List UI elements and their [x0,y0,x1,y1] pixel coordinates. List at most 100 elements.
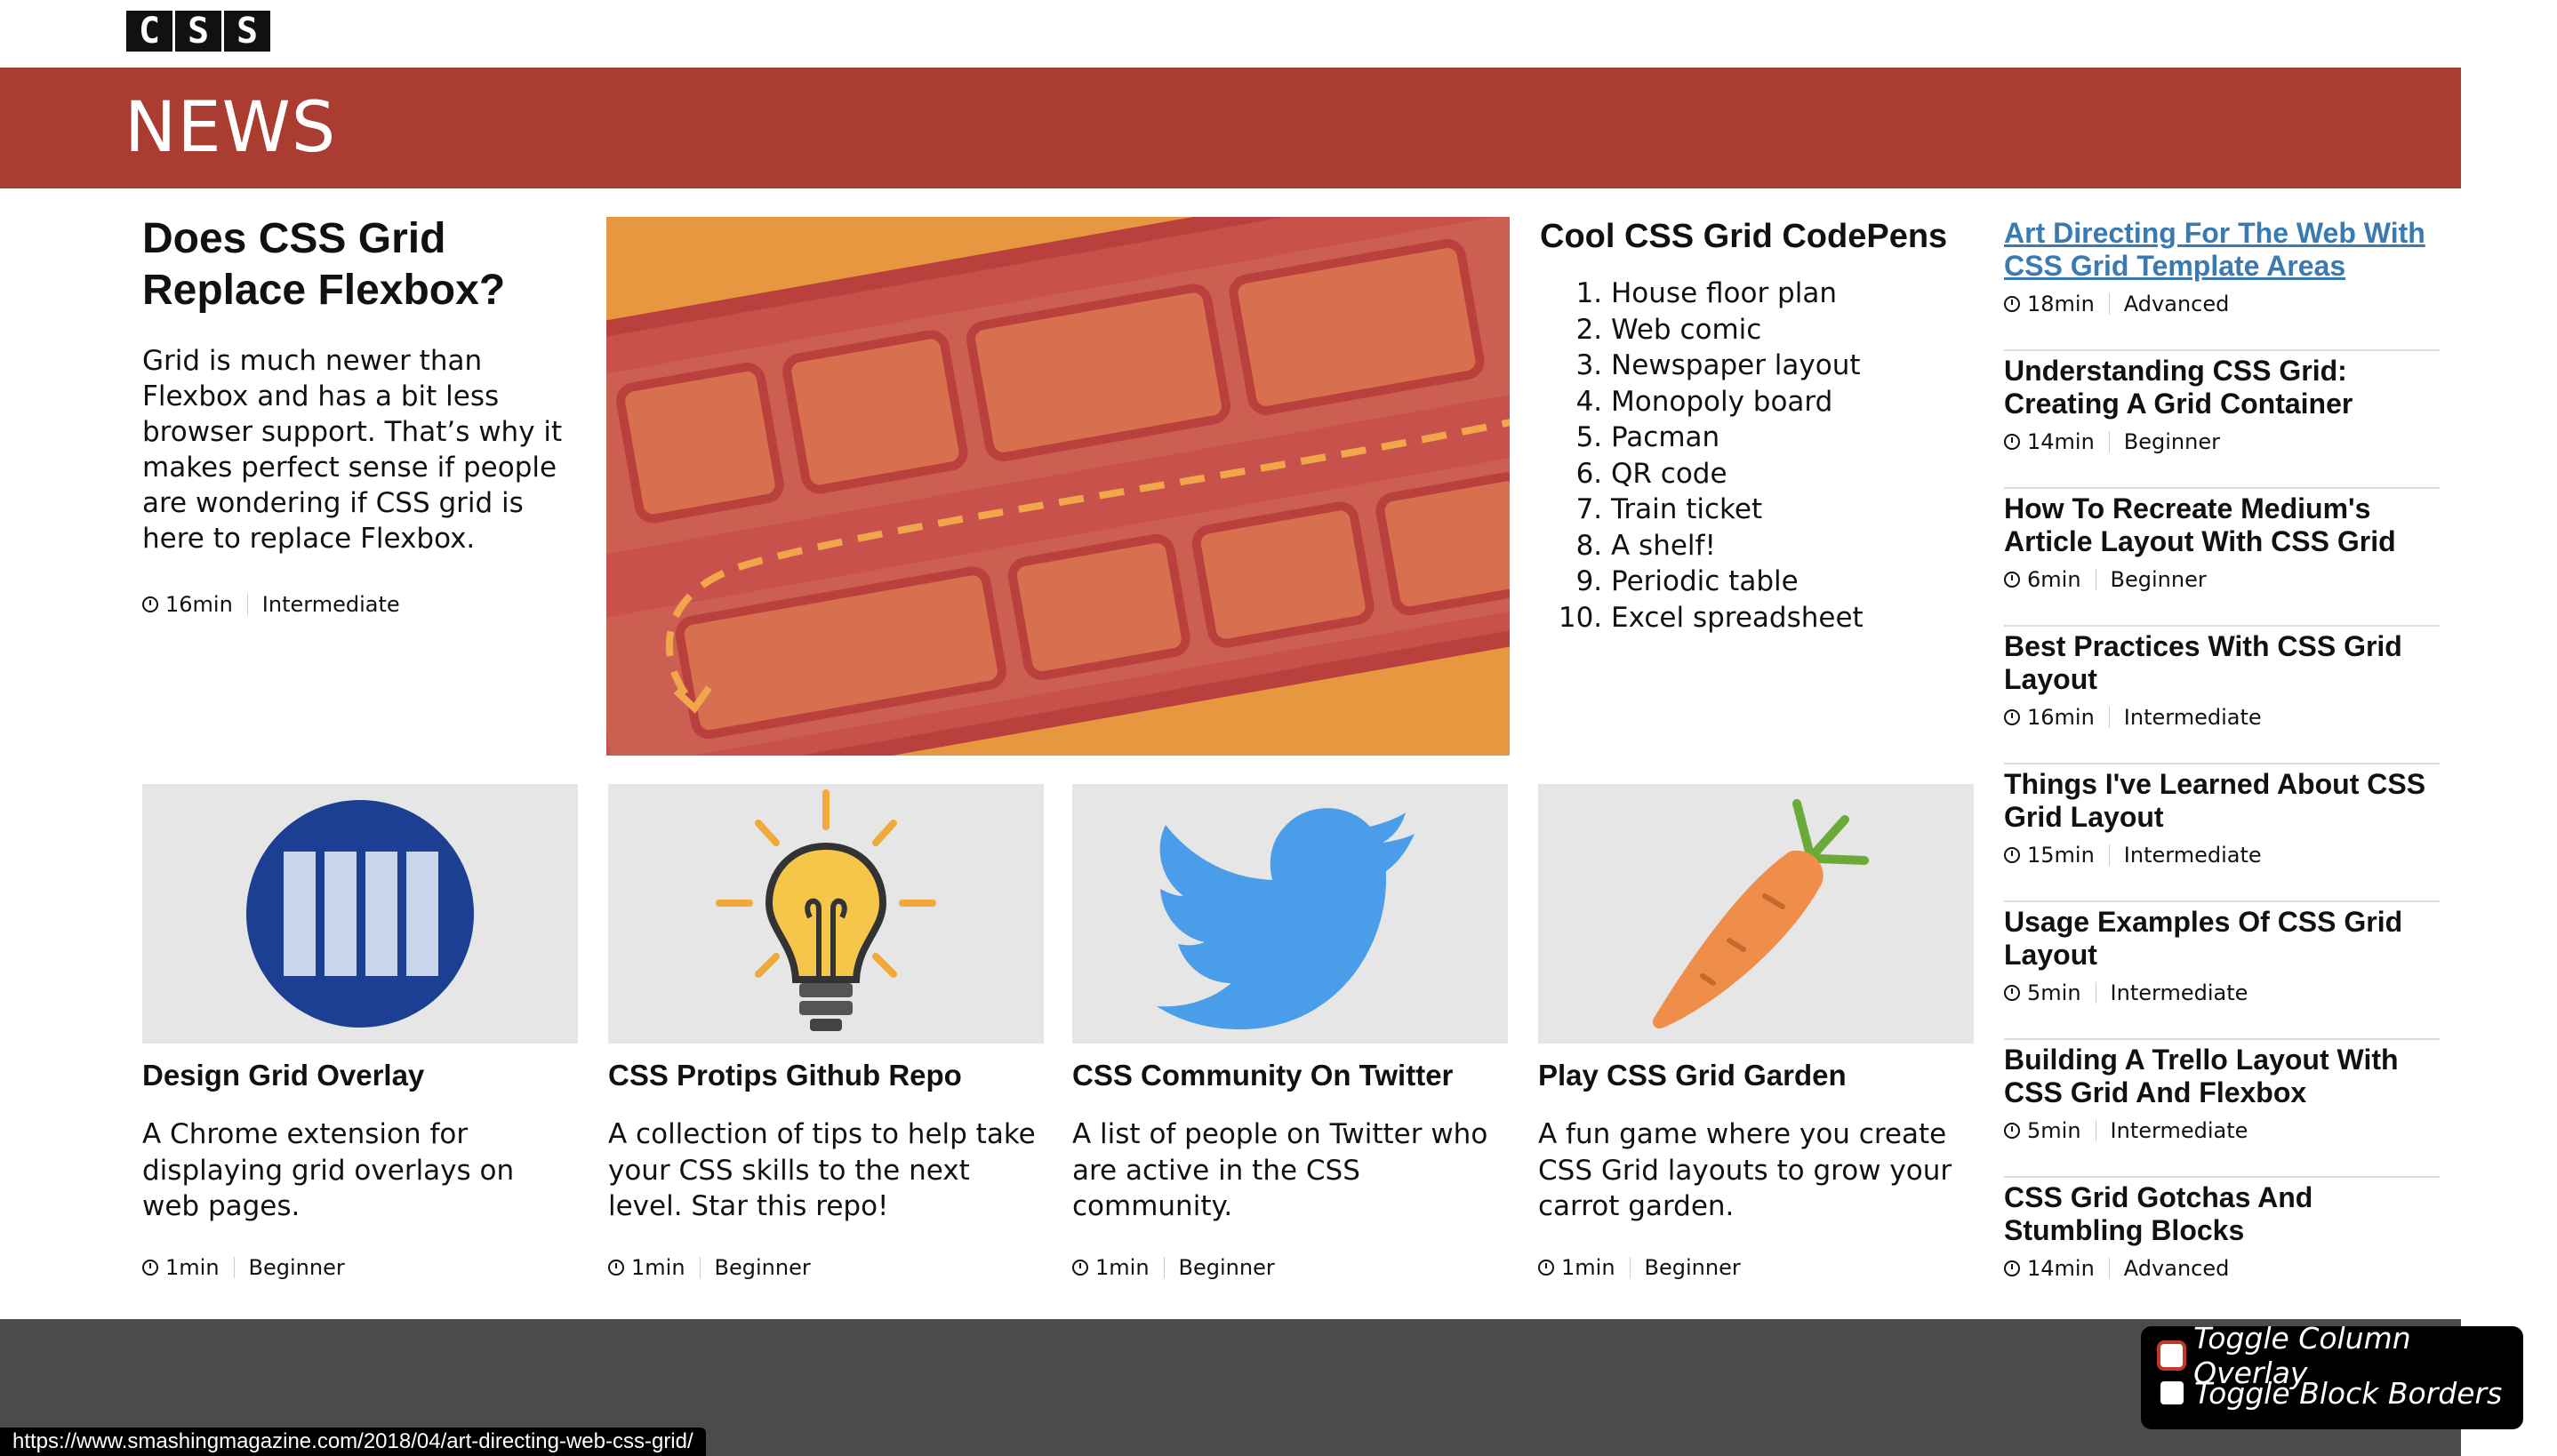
read-time: 15min [2027,843,2095,868]
article-meta: 15min Intermediate [2004,843,2440,868]
sidebar-article-title[interactable]: Things I've Learned About CSS Grid Layou… [2004,764,2440,834]
card-thumbnail[interactable] [608,784,1044,1044]
codepen-item[interactable]: House floor plan [1611,276,1967,312]
clock-icon [1538,1259,1554,1276]
clock-icon [2004,709,2020,725]
resource-card: Design Grid Overlay A Chrome extension f… [142,784,578,1280]
meta-divider [699,1256,701,1278]
meta-divider [233,1256,235,1278]
read-time: 1min [1561,1254,1615,1280]
sidebar-article-title[interactable]: Building A Trello Layout With CSS Grid A… [2004,1040,2440,1109]
banner-title: NEWS [124,88,337,168]
article-meta: 14min Beginner [2004,429,2440,454]
link-status-bar: https://www.smashingmagazine.com/2018/04… [0,1428,706,1456]
meta-divider [1629,1256,1631,1278]
codepen-item[interactable]: Monopoly board [1611,384,1967,420]
skill-level: Advanced [2123,1256,2230,1281]
sidebar-article-title[interactable]: Understanding CSS Grid: Creating A Grid … [2004,351,2440,420]
meta-divider [246,594,248,615]
card-thumbnail[interactable] [1538,784,1974,1044]
feature-article: Does CSS Grid Replace Flexbox? Grid is m… [142,213,569,617]
skill-level: Beginner [2123,429,2220,454]
codepens-list: House floor plan Web comic Newspaper lay… [1540,276,1967,636]
codepen-item[interactable]: Web comic [1611,312,1967,348]
sidebar-article-title[interactable]: How To Recreate Medium's Article Layout … [2004,489,2440,558]
feature-title[interactable]: Does CSS Grid Replace Flexbox? [142,213,569,316]
skill-level: Intermediate [261,592,400,617]
toggle-column-checkbox[interactable] [2160,1344,2184,1367]
read-time: 1min [1095,1254,1150,1280]
css-logo[interactable]: C S S [126,11,270,52]
logo-letter: S [224,11,270,52]
grid-overlay-controls: Toggle Column Overlay Toggle Block Borde… [2141,1321,2523,1429]
sidebar-article: Best Practices With CSS Grid Layout 16mi… [2004,627,2440,764]
article-meta: 16min Intermediate [142,592,569,617]
codepen-item[interactable]: A shelf! [1611,528,1967,564]
card-thumbnail[interactable] [142,784,578,1044]
read-time: 16min [2027,705,2095,730]
toggle-borders-checkbox[interactable] [2160,1381,2184,1404]
card-title[interactable]: Play CSS Grid Garden [1538,1056,1974,1095]
resource-card: CSS Community On Twitter A list of peopl… [1072,784,1508,1280]
skill-level: Beginner [1178,1254,1275,1280]
card-body: A list of people on Twitter who are acti… [1072,1118,1488,1222]
grid-track-illustration [606,217,1510,756]
article-meta: 14min Advanced [2004,1256,2440,1281]
sidebar-article-title[interactable]: CSS Grid Gotchas And Stumbling Blocks [2004,1178,2440,1247]
codepen-item[interactable]: Train ticket [1611,492,1967,528]
article-meta: 1min Beginner [142,1255,578,1280]
skill-level: Intermediate [2123,843,2262,868]
clock-icon [2004,296,2020,312]
sidebar-article: How To Recreate Medium's Article Layout … [2004,489,2440,627]
skill-level: Beginner [248,1254,345,1280]
sidebar-article: CSS Grid Gotchas And Stumbling Blocks 14… [2004,1178,2440,1316]
card-title[interactable]: CSS Protips Github Repo [608,1056,1044,1095]
sidebar-article: Things I've Learned About CSS Grid Layou… [2004,764,2440,902]
toggle-block-borders[interactable]: Toggle Block Borders [2160,1374,2523,1412]
skill-level: Advanced [2123,292,2230,316]
sidebar-article-title[interactable]: Art Directing For The Web With CSS Grid … [2004,213,2440,283]
meta-divider [2108,1258,2110,1279]
sidebar-article: Understanding CSS Grid: Creating A Grid … [2004,351,2440,489]
sidebar-article-title[interactable]: Best Practices With CSS Grid Layout [2004,627,2440,696]
news-banner: NEWS [0,68,2461,188]
article-meta: 16min Intermediate [2004,705,2440,730]
sidebar-article-title[interactable]: Usage Examples Of CSS Grid Layout [2004,902,2440,972]
card-title[interactable]: Design Grid Overlay [142,1056,578,1095]
sidebar-article: Building A Trello Layout With CSS Grid A… [2004,1040,2440,1178]
codepen-item[interactable]: Pacman [1611,420,1967,456]
meta-divider [2108,293,2110,315]
resource-card: Play CSS Grid Garden A fun game where yo… [1538,784,1974,1280]
article-meta: 1min Beginner [1538,1255,1974,1280]
skill-level: Intermediate [2110,980,2248,1005]
meta-divider [2108,844,2110,866]
article-meta: 1min Beginner [1072,1255,1508,1280]
codepens-section: Cool CSS Grid CodePens House floor plan … [1540,213,1967,636]
article-meta: 6min Beginner [2004,567,2440,592]
lightbulb-icon [716,789,936,1031]
card-title[interactable]: CSS Community On Twitter [1072,1056,1508,1095]
clock-icon [608,1259,624,1276]
read-time: 5min [2027,1118,2081,1143]
skill-level: Beginner [714,1254,811,1280]
clock-icon [2004,572,2020,588]
clock-icon [2004,985,2020,1001]
codepen-item[interactable]: Newspaper layout [1611,348,1967,384]
codepen-item[interactable]: Excel spreadsheet [1611,600,1967,636]
read-time: 16min [165,592,233,617]
codepen-item[interactable]: Periodic table [1611,564,1967,600]
card-body: A fun game where you create CSS Grid lay… [1538,1118,1952,1222]
clock-icon [142,596,158,612]
article-meta: 5min Intermediate [2004,980,2440,1005]
card-body: A collection of tips to help take your C… [608,1118,1036,1222]
read-time: 14min [2027,429,2095,454]
toggle-column-overlay[interactable]: Toggle Column Overlay [2160,1321,2523,1390]
meta-divider [2108,431,2110,452]
codepen-item[interactable]: QR code [1611,456,1967,492]
sidebar-articles: Art Directing For The Web With CSS Grid … [2004,213,2440,1316]
resource-card: CSS Protips Github Repo A collection of … [608,784,1044,1280]
read-time: 1min [631,1254,685,1280]
article-meta: 18min Advanced [2004,292,2440,316]
feature-body: Grid is much newer than Flexbox and has … [142,345,563,555]
card-thumbnail[interactable] [1072,784,1508,1044]
